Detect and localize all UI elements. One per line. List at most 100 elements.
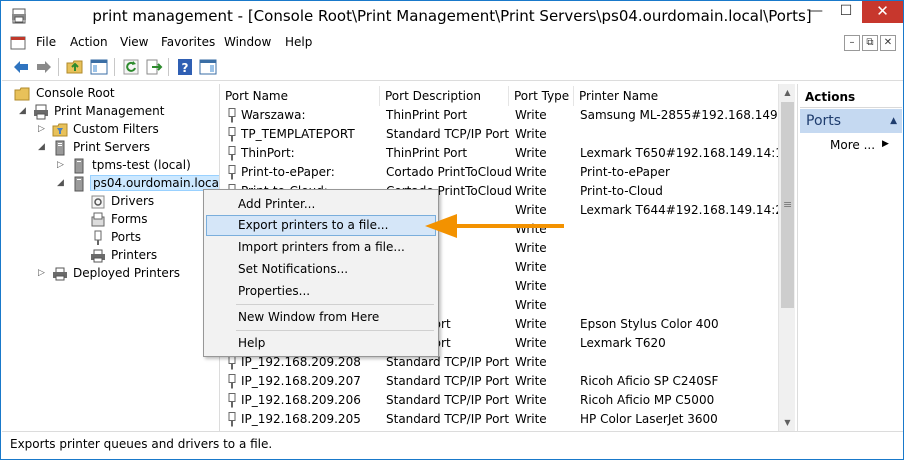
cell-printer-name: Lexmark T650#192.168.149.14:11 [580, 146, 778, 160]
menu-window[interactable]: Window [224, 35, 271, 49]
menu-separator [236, 330, 434, 331]
export-list-icon[interactable] [145, 58, 163, 76]
port-icon [228, 393, 236, 408]
tree-label: Custom Filters [73, 122, 159, 136]
cell-port-type: Write [515, 412, 547, 426]
expanded-arrow-icon[interactable]: ◢ [19, 106, 29, 116]
menu-item-add-printer[interactable]: Add Printer... [206, 194, 436, 215]
forward-arrow-icon[interactable] [35, 58, 53, 76]
tree-label: Drivers [111, 194, 155, 208]
column-port-name[interactable]: Port Name [220, 86, 380, 106]
help-icon[interactable]: ? [176, 58, 194, 76]
port-icon [228, 127, 236, 142]
collapsed-arrow-icon[interactable]: ▷ [38, 124, 48, 134]
cell-port-description: ThinPrint Port [386, 146, 468, 160]
cell-port-description: Standard TCP/IP Port [386, 412, 510, 426]
console-window-icon[interactable] [10, 35, 26, 51]
menu-item-import-printers[interactable]: Import printers from a file... [206, 237, 436, 258]
column-port-type[interactable]: Port Type [509, 86, 574, 106]
cell-port-name: Warszawa: [241, 108, 306, 122]
print-management-icon [34, 104, 48, 120]
table-row[interactable]: TP_TEMPLATEPORT Standard TCP/IP Port Write [220, 125, 778, 144]
cell-port-type: Write [515, 165, 547, 179]
actions-section-label: Ports [806, 113, 842, 129]
maximize-button[interactable]: ☐ [831, 1, 861, 23]
cell-port-type: Write [515, 374, 547, 388]
port-icon [228, 374, 236, 389]
cell-port-type: Write [515, 146, 547, 160]
grip-icon: ≡ [783, 198, 793, 211]
refresh-icon[interactable] [122, 58, 140, 76]
tree-label: Print Servers [73, 140, 151, 154]
table-row[interactable]: ThinPort: ThinPrint Port Write Lexmark T650… [220, 144, 778, 163]
expanded-arrow-icon[interactable]: ◢ [38, 142, 48, 152]
scroll-down-arrow-icon[interactable]: ▼ [779, 414, 796, 431]
list-scrollbar[interactable]: ▲ ≡ ▼ [778, 84, 795, 431]
table-row[interactable]: Print-to-ePaper: Cortado PrintToCloud Writ… [220, 163, 778, 182]
menu-item-properties[interactable]: Properties... [206, 281, 436, 302]
collapse-arrow-icon[interactable]: ▲ [890, 109, 897, 133]
cell-port-type: Write [515, 184, 547, 198]
menu-view[interactable]: View [120, 35, 148, 49]
menu-help[interactable]: Help [285, 35, 312, 49]
cell-port-name: IP_192.168.209.208 [241, 355, 361, 369]
back-arrow-icon[interactable] [12, 58, 30, 76]
cell-port-name: ThinPort: [241, 146, 295, 160]
cell-port-type: Write [515, 355, 547, 369]
close-button[interactable]: ✕ [862, 1, 903, 23]
toolbar: ? [2, 54, 903, 81]
scroll-thumb[interactable]: ≡ [781, 102, 794, 308]
up-folder-icon[interactable] [66, 58, 84, 76]
filter-folder-icon [52, 123, 68, 137]
actions-section-ports[interactable]: Ports ▲ [800, 109, 902, 133]
scroll-up-arrow-icon[interactable]: ▲ [779, 84, 796, 101]
table-row[interactable]: Warszawa: ThinPrint Port Write Samsung ML-2… [220, 106, 778, 125]
menu-action[interactable]: Action [70, 35, 108, 49]
collapsed-arrow-icon[interactable]: ▷ [38, 268, 48, 278]
menu-item-set-notifications[interactable]: Set Notifications... [206, 259, 436, 280]
ports-icon [94, 230, 102, 245]
window-title: print management - [Console Root\Print M… [92, 7, 812, 25]
tree-label: Printers [111, 248, 158, 262]
table-row[interactable]: IP_192.168.209.207 Standard TCP/IP Port Wr… [220, 372, 778, 391]
cell-printer-name: Ricoh Aficio MP C5000 [580, 393, 715, 407]
show-hide-console-tree-icon[interactable] [90, 58, 108, 76]
title-bar[interactable]: print management - [Console Root\Print M… [1, 1, 903, 32]
menu-favorites[interactable]: Favorites [161, 35, 215, 49]
cell-printer-name: Lexmark T644#192.168.149.14:2 [580, 203, 778, 217]
child-close-button[interactable]: ✕ [880, 35, 896, 51]
child-restore-button[interactable]: ⧉ [862, 35, 878, 51]
child-minimize-button[interactable]: – [844, 35, 860, 51]
table-row[interactable]: IP_192.168.209.205 Standard TCP/IP Port Wr… [220, 410, 778, 429]
server-icon [74, 158, 84, 174]
expanded-arrow-icon[interactable]: ◢ [57, 178, 67, 188]
menu-item-export-printers[interactable]: Export printers to a file... [206, 215, 436, 236]
menu-separator [236, 304, 434, 305]
cell-port-type: Write [515, 127, 547, 141]
menu-bar: File Action View Favorites Window Help –… [2, 32, 903, 54]
menu-item-new-window[interactable]: New Window from Here [206, 307, 436, 328]
menu-item-help[interactable]: Help [206, 333, 436, 354]
column-port-description[interactable]: Port Description [380, 86, 509, 106]
minimize-button[interactable]: — [801, 1, 831, 23]
submenu-arrow-icon: ▶ [882, 139, 889, 149]
console-tree: Console Root ◢ Print Management ▷ Custom… [6, 84, 226, 431]
tree-label: Print Management [54, 104, 165, 118]
cell-port-type: Write [515, 279, 547, 293]
cell-printer-name: Print-to-ePaper [580, 165, 670, 179]
cell-port-description: ThinPrint Port [386, 108, 468, 122]
actions-more-link[interactable]: More ... [830, 138, 875, 152]
show-hide-action-pane-icon[interactable] [199, 58, 217, 76]
folder-icon [14, 87, 30, 101]
column-printer-name[interactable]: Printer Name [574, 86, 778, 106]
menu-file[interactable]: File [36, 35, 56, 49]
table-row[interactable]: IP_192.168.209.206 Standard TCP/IP Port Wr… [220, 391, 778, 410]
port-icon [228, 355, 236, 370]
cell-port-name: TP_TEMPLATEPORT [241, 127, 355, 141]
server-icon [74, 176, 84, 192]
drivers-icon [91, 195, 105, 209]
cell-printer-name: Ricoh Aficio SP C240SF [580, 374, 719, 388]
cell-port-type: Write [515, 298, 547, 312]
collapsed-arrow-icon[interactable]: ▷ [57, 160, 67, 170]
tree-label: Ports [111, 230, 142, 244]
